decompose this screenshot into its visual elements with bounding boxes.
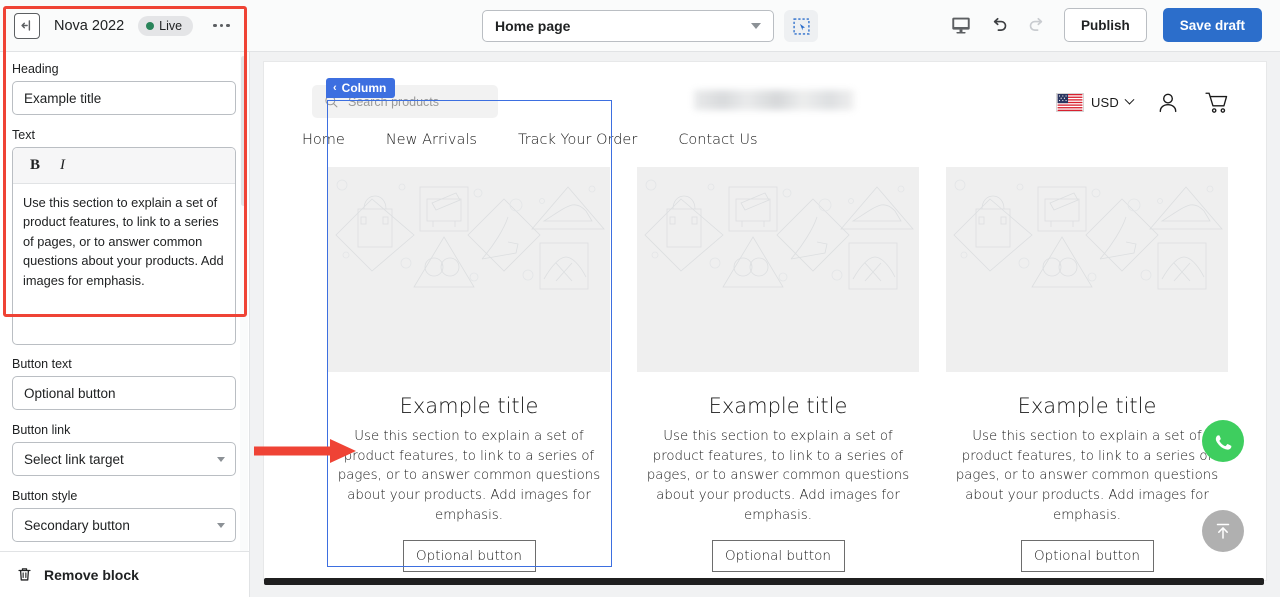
heading-input[interactable]: Example title: [12, 81, 236, 115]
column-title: Example title: [1017, 394, 1157, 418]
column-body-text: Use this section to explain a set of pro…: [955, 429, 1219, 523]
product-placeholder-image: [946, 167, 1228, 372]
shop-name: Nova 2022: [54, 17, 125, 34]
panel-scrollbar-track[interactable]: [240, 52, 248, 597]
chevron-down-icon: [751, 23, 761, 29]
button-style-field-label: Button style: [12, 489, 78, 503]
desktop-monitor-icon: [952, 17, 970, 34]
page-selector-value: Home page: [495, 18, 571, 34]
whatsapp-icon: [1211, 429, 1235, 453]
text-field-label: Text: [12, 128, 35, 142]
bold-button[interactable]: B: [30, 158, 40, 173]
column-optional-button[interactable]: Optional button: [402, 540, 536, 573]
button-style-select[interactable]: Secondary button: [12, 508, 236, 542]
heading-field-label: Heading: [12, 62, 59, 76]
placeholder-artwork: [953, 179, 1223, 290]
dot-icon: [226, 23, 230, 28]
whatsapp-chat-button[interactable]: [1202, 420, 1244, 462]
live-status-dot: [146, 21, 155, 30]
user-account-icon: [1159, 93, 1177, 112]
column-block-3[interactable]: Example title Use this section to explai…: [946, 167, 1228, 573]
column-block-2[interactable]: Example title Use this section to explai…: [637, 167, 919, 573]
account-button[interactable]: [1155, 90, 1181, 116]
column-title: Example title: [399, 394, 539, 418]
text-textarea[interactable]: Use this section to explain a set of pro…: [13, 184, 235, 344]
button-text-input[interactable]: Optional button: [12, 376, 236, 410]
product-placeholder-image: [328, 167, 610, 372]
selection-tool-button[interactable]: [784, 10, 818, 42]
storefront-navigation: Home New Arrivals Track Your Order Conta…: [302, 132, 758, 148]
currency-selector[interactable]: USD: [1055, 93, 1135, 112]
storefront-header-actions: USD: [1055, 89, 1230, 116]
exit-editor-button[interactable]: [14, 12, 40, 39]
us-flag-icon: [1055, 93, 1084, 112]
selected-block-label: Column: [341, 81, 387, 95]
italic-button[interactable]: I: [60, 158, 65, 173]
column-optional-button[interactable]: Optional button: [1020, 540, 1154, 573]
store-logo: [694, 90, 854, 110]
top-toolbar: Nova 2022 Live Home page Publish Save dr…: [0, 0, 1280, 52]
button-link-select[interactable]: Select link target: [12, 442, 236, 476]
scroll-to-top-icon: [1216, 523, 1230, 539]
panel-scroll-content: Heading Example title Text B I Use this …: [0, 52, 243, 552]
preview-horizontal-scrollbar[interactable]: [264, 578, 1264, 585]
button-style-value: Secondary button: [24, 517, 130, 533]
column-body-text: Use this section to explain a set of pro…: [337, 429, 601, 523]
column-body-text: Use this section to explain a set of pro…: [646, 429, 910, 523]
button-text-field-label: Button text: [12, 357, 72, 371]
chevron-down-icon: [1124, 94, 1135, 105]
button-link-value: Select link target: [24, 451, 124, 467]
preview-stage: Search products USD Home New Arrivals Tr…: [250, 52, 1280, 597]
dot-icon: [219, 23, 224, 28]
page-selector-dropdown[interactable]: Home page: [482, 10, 774, 42]
redo-arrow-icon: [1029, 17, 1043, 31]
status-badge: Live: [138, 15, 194, 36]
toolbar-right-group: Publish Save draft: [950, 8, 1262, 42]
product-placeholder-image: [637, 167, 919, 372]
nav-link-contact-us[interactable]: Contact Us: [678, 132, 757, 148]
redo-button[interactable]: [1026, 14, 1048, 36]
columns-section: Example title Use this section to explai…: [328, 167, 1230, 573]
rich-text-toolbar: B I: [13, 148, 235, 184]
nav-link-track-your-order[interactable]: Track Your Order: [518, 132, 637, 148]
nav-link-new-arrivals[interactable]: New Arrivals: [386, 132, 477, 148]
publish-button[interactable]: Publish: [1063, 8, 1147, 42]
selection-cursor-icon: [792, 17, 810, 35]
dot-icon: [213, 23, 217, 28]
save-draft-button[interactable]: Save draft: [1162, 8, 1262, 42]
button-link-field-label: Button link: [12, 423, 71, 437]
remove-block-button[interactable]: Remove block: [0, 551, 249, 597]
panel-scrollbar-thumb[interactable]: [241, 56, 246, 206]
placeholder-artwork: [335, 179, 605, 290]
cart-button[interactable]: [1203, 89, 1230, 116]
exit-arrow-icon: [20, 20, 30, 31]
block-settings-panel: Heading Example title Text B I Use this …: [0, 52, 250, 597]
selected-block-badge[interactable]: ‹ Column: [326, 78, 396, 98]
toolbar-center-group: Home page: [482, 10, 818, 42]
column-block-1[interactable]: Example title Use this section to explai…: [328, 167, 610, 573]
storefront-canvas: Search products USD Home New Arrivals Tr…: [264, 62, 1266, 580]
rich-text-editor: B I Use this section to explain a set of…: [12, 147, 236, 345]
remove-block-label: Remove block: [44, 566, 139, 583]
shopping-cart-icon: [1205, 92, 1228, 113]
undo-arrow-icon: [993, 17, 1007, 31]
nav-link-home[interactable]: Home: [302, 132, 345, 148]
currency-code: USD: [1090, 95, 1119, 110]
chevron-down-icon: [217, 522, 225, 528]
undo-button[interactable]: [988, 14, 1010, 36]
scroll-to-top-button[interactable]: [1202, 510, 1244, 552]
column-title: Example title: [708, 394, 848, 418]
more-options-button[interactable]: [207, 18, 236, 34]
toolbar-left-group: Nova 2022 Live: [0, 12, 236, 39]
placeholder-artwork: [644, 179, 914, 290]
preview-device-button[interactable]: [950, 14, 972, 36]
chevron-down-icon: [217, 456, 225, 462]
status-badge-label: Live: [159, 18, 183, 33]
back-chevron-icon: ‹: [333, 81, 337, 94]
trash-icon: [18, 568, 31, 581]
column-optional-button[interactable]: Optional button: [711, 540, 845, 573]
